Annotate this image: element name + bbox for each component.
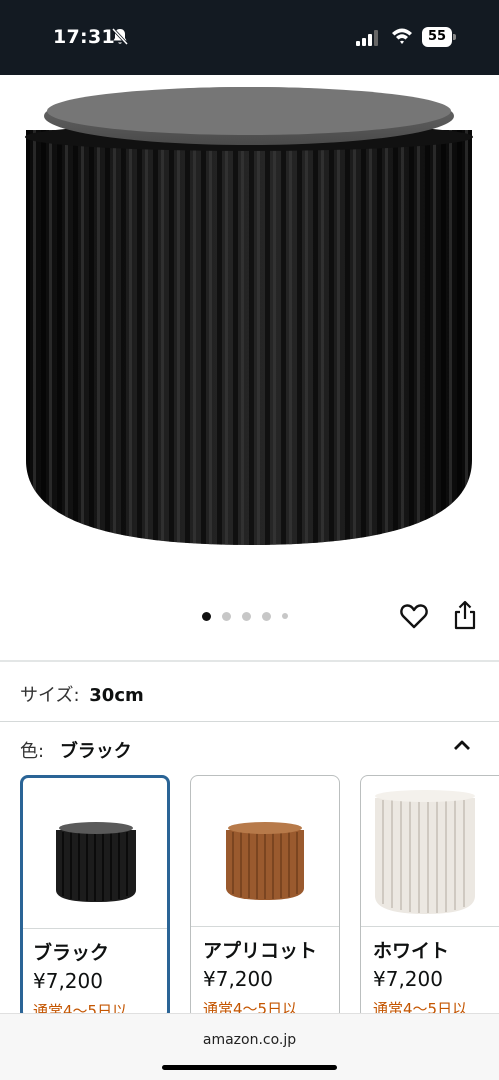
status-bar: 17:31 55 (0, 0, 499, 75)
swatch-name: ホワイト (373, 940, 450, 962)
swatch-price: ¥7,200 (33, 969, 103, 993)
browser-url-bar[interactable]: amazon.co.jp (0, 1013, 499, 1080)
battery-icon: 55 (422, 27, 456, 47)
carousel-dot[interactable] (282, 613, 288, 619)
swatch-image (23, 778, 167, 928)
color-selector[interactable]: 色: ブラック (20, 737, 132, 763)
color-value: ブラック (59, 741, 132, 762)
carousel-dot[interactable] (202, 611, 211, 621)
swatch-image (361, 776, 499, 926)
share-icon[interactable] (453, 600, 477, 630)
divider (0, 721, 499, 722)
swatch-price: ¥7,200 (203, 967, 273, 991)
carousel-dot[interactable] (262, 611, 271, 621)
size-selector[interactable]: サイズ: 30cm (20, 681, 144, 707)
swatch-image (191, 776, 339, 926)
size-label: サイズ: (20, 685, 80, 706)
home-indicator[interactable] (162, 1065, 337, 1070)
swatch-price: ¥7,200 (373, 967, 443, 991)
chevron-up-icon[interactable] (452, 738, 472, 752)
battery-level: 55 (422, 27, 452, 47)
status-time: 17:31 (53, 26, 115, 48)
carousel-dot[interactable] (242, 611, 251, 621)
swatch-name: ブラック (33, 942, 110, 964)
swatch-black[interactable]: ブラック ¥7,200 通常4〜5日以 (20, 775, 170, 1020)
swatch-white[interactable]: ホワイト ¥7,200 通常4〜5日以 (360, 775, 499, 1020)
carousel-dot[interactable] (222, 611, 231, 621)
heart-icon[interactable] (400, 603, 428, 629)
swatch-name: アプリコット (203, 940, 318, 962)
divider (0, 660, 499, 662)
wifi-icon (392, 28, 412, 44)
bell-off-icon (112, 28, 128, 46)
url-text[interactable]: amazon.co.jp (0, 1032, 499, 1048)
signal-icon (356, 30, 378, 46)
product-image[interactable] (0, 75, 499, 590)
swatch-apricot[interactable]: アプリコット ¥7,200 通常4〜5日以 (190, 775, 340, 1020)
color-label: 色: (20, 741, 45, 762)
carousel-indicator[interactable] (202, 610, 288, 622)
size-value: 30cm (89, 685, 144, 706)
